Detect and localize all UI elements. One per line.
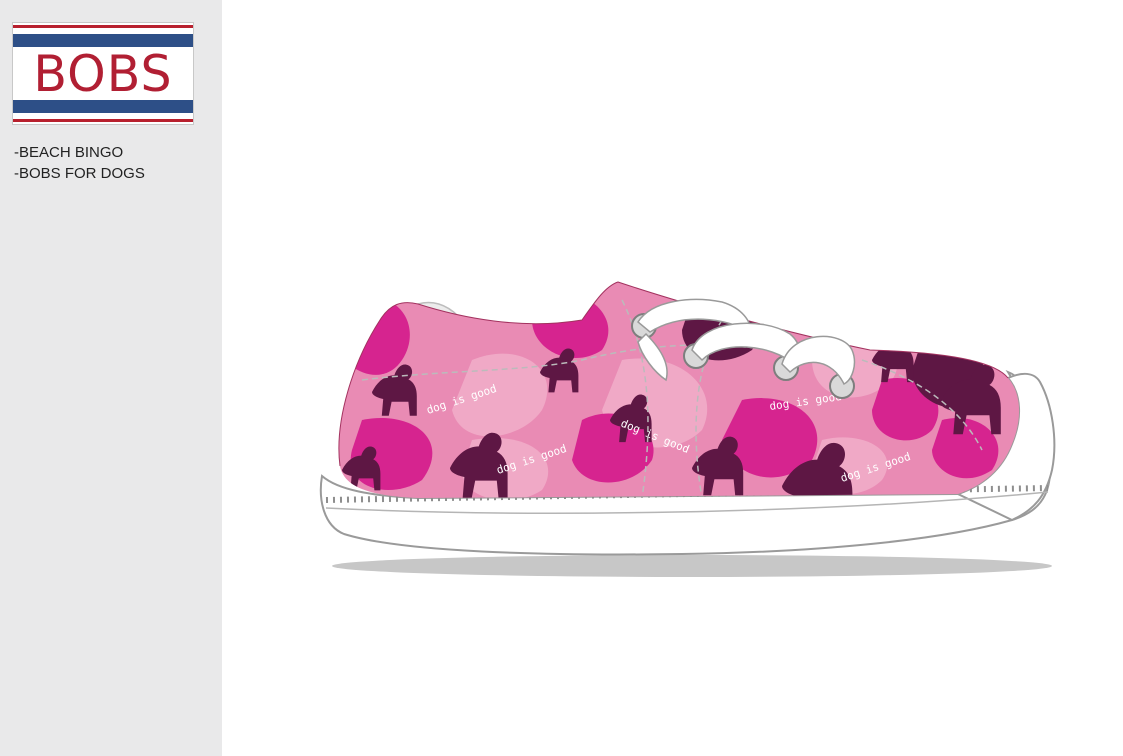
logo-navy-band-bottom bbox=[13, 100, 193, 113]
logo-wordmark: BOBS bbox=[33, 45, 173, 103]
shoe-illustration: dog is good dog is good dog is good dog … bbox=[319, 281, 1056, 577]
logo-red-stripe-top bbox=[13, 25, 193, 28]
note-bobs-for-dogs: -BOBS FOR DOGS bbox=[14, 165, 145, 182]
shoe-shadow bbox=[332, 555, 1052, 577]
product-canvas: dog is good dog is good dog is good dog … bbox=[222, 0, 1123, 756]
logo-red-stripe-bottom bbox=[13, 119, 193, 122]
note-beach-bingo: -BEACH BINGO bbox=[14, 144, 124, 161]
sidebar-panel: BOBS -BEACH BINGO -BOBS FOR DOGS bbox=[0, 0, 222, 756]
collection-notes: -BEACH BINGO -BOBS FOR DOGS bbox=[14, 142, 145, 184]
bobs-logo: BOBS bbox=[12, 22, 194, 125]
